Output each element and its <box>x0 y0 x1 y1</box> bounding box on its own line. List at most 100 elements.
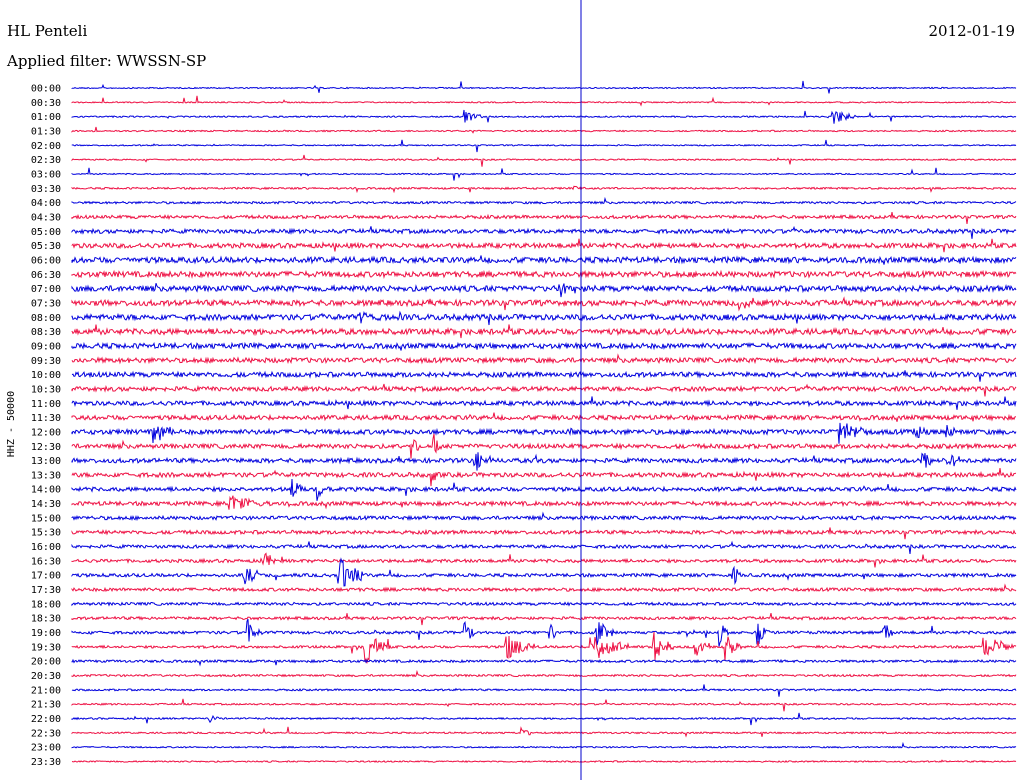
row-label: 11:00 <box>31 399 61 410</box>
trace-1200 <box>71 422 1017 444</box>
y-axis-label: HHZ - 50000 <box>6 391 17 457</box>
trace-0230 <box>71 154 1017 167</box>
trace-0800 <box>71 310 1017 326</box>
row-label: 16:30 <box>31 556 61 567</box>
trace-0730 <box>71 296 1017 312</box>
row-label: 08:00 <box>31 313 61 324</box>
row-label: 05:30 <box>31 241 61 252</box>
row-label: 11:30 <box>31 413 61 424</box>
filter-label: Applied filter: WWSSN-SP <box>6 52 206 70</box>
row-label: 03:00 <box>31 169 61 180</box>
row-label: 12:00 <box>31 427 61 438</box>
row-label: 10:30 <box>31 384 61 395</box>
trace-2300 <box>71 741 1017 749</box>
row-label: 19:30 <box>31 642 61 653</box>
trace-0600 <box>71 255 1017 265</box>
trace-0830 <box>71 324 1017 339</box>
row-label: 01:00 <box>31 112 61 123</box>
row-label: 19:00 <box>31 628 61 639</box>
row-label: 06:30 <box>31 270 61 281</box>
row-label: 10:00 <box>31 370 61 381</box>
trace-1800 <box>71 601 1017 607</box>
trace-1930 <box>71 631 1017 665</box>
row-label: 09:00 <box>31 341 61 352</box>
row-label: 08:30 <box>31 327 61 338</box>
trace-0900 <box>71 341 1017 351</box>
row-label: 14:30 <box>31 499 61 510</box>
trace-0100 <box>71 109 1017 124</box>
trace-0500 <box>71 225 1017 239</box>
row-label: 04:00 <box>31 198 61 209</box>
trace-1300 <box>71 452 1017 471</box>
trace-1230 <box>71 433 1017 459</box>
helicorder-chart: HL Penteli 2012-01-19 Applied filter: WW… <box>6 0 1017 780</box>
row-label: 07:30 <box>31 298 61 309</box>
row-label: 20:30 <box>31 671 61 682</box>
trace-0930 <box>71 353 1017 365</box>
row-label: 12:30 <box>31 442 61 453</box>
row-label: 18:30 <box>31 614 61 625</box>
row-label: 17:30 <box>31 585 61 596</box>
row-label: 18:00 <box>31 599 61 610</box>
trace-1400 <box>71 478 1017 501</box>
trace-2000 <box>71 658 1017 667</box>
trace-0700 <box>71 283 1017 298</box>
row-label: 01:30 <box>31 126 61 137</box>
trace-1830 <box>71 612 1017 626</box>
trace-1130 <box>71 412 1017 422</box>
trace-2330 <box>71 759 1017 763</box>
row-label: 00:30 <box>31 98 61 109</box>
row-label: 21:30 <box>31 700 61 711</box>
row-label: 06:00 <box>31 255 61 266</box>
trace-1730 <box>71 583 1017 593</box>
row-label: 03:30 <box>31 184 61 195</box>
trace-0130 <box>71 126 1017 134</box>
row-label: 04:30 <box>31 212 61 223</box>
row-label: 13:30 <box>31 470 61 481</box>
trace-1330 <box>71 468 1017 487</box>
trace-0530 <box>71 238 1017 253</box>
row-label: 23:30 <box>31 757 61 768</box>
row-label: 14:00 <box>31 485 61 496</box>
trace-1030 <box>71 383 1017 397</box>
row-label: 13:00 <box>31 456 61 467</box>
trace-0330 <box>71 185 1017 194</box>
row-label: 22:30 <box>31 728 61 739</box>
row-label: 23:00 <box>31 743 61 754</box>
row-label: 00:00 <box>31 84 61 95</box>
row-label: 07:00 <box>31 284 61 295</box>
trace-1630 <box>71 552 1017 568</box>
trace-0000 <box>71 80 1017 94</box>
trace-1430 <box>71 495 1017 510</box>
trace-2230 <box>71 726 1017 738</box>
row-label: 20:00 <box>31 657 61 668</box>
trace-2030 <box>71 669 1017 678</box>
row-label: 21:00 <box>31 685 61 696</box>
trace-0400 <box>71 196 1017 205</box>
row-label: 16:00 <box>31 542 61 553</box>
trace-1500 <box>71 511 1017 522</box>
trace-1000 <box>71 370 1017 382</box>
trace-1900 <box>71 618 1017 647</box>
row-labels: 00:00 00:30 01:00 01:30 02:00 02:30 03:00 03:30… <box>31 84 61 769</box>
row-label: 17:00 <box>31 571 61 582</box>
trace-0430 <box>71 212 1017 224</box>
trace-0200 <box>71 139 1017 153</box>
trace-2100 <box>71 684 1017 697</box>
row-label: 22:00 <box>31 714 61 725</box>
row-label: 02:30 <box>31 155 61 166</box>
trace-2200 <box>71 712 1017 726</box>
trace-1600 <box>71 540 1017 554</box>
trace-0030 <box>71 95 1017 107</box>
trace-1530 <box>71 527 1017 540</box>
trace-0630 <box>71 269 1017 280</box>
trace-2130 <box>71 698 1017 712</box>
row-label: 02:00 <box>31 141 61 152</box>
row-label: 15:30 <box>31 528 61 539</box>
trace-0300 <box>71 167 1016 181</box>
seismogram-traces <box>71 80 1017 763</box>
row-label: 09:30 <box>31 356 61 367</box>
trace-1100 <box>71 396 1017 410</box>
date-label: 2012-01-19 <box>929 22 1015 40</box>
station-title: HL Penteli <box>7 22 87 40</box>
